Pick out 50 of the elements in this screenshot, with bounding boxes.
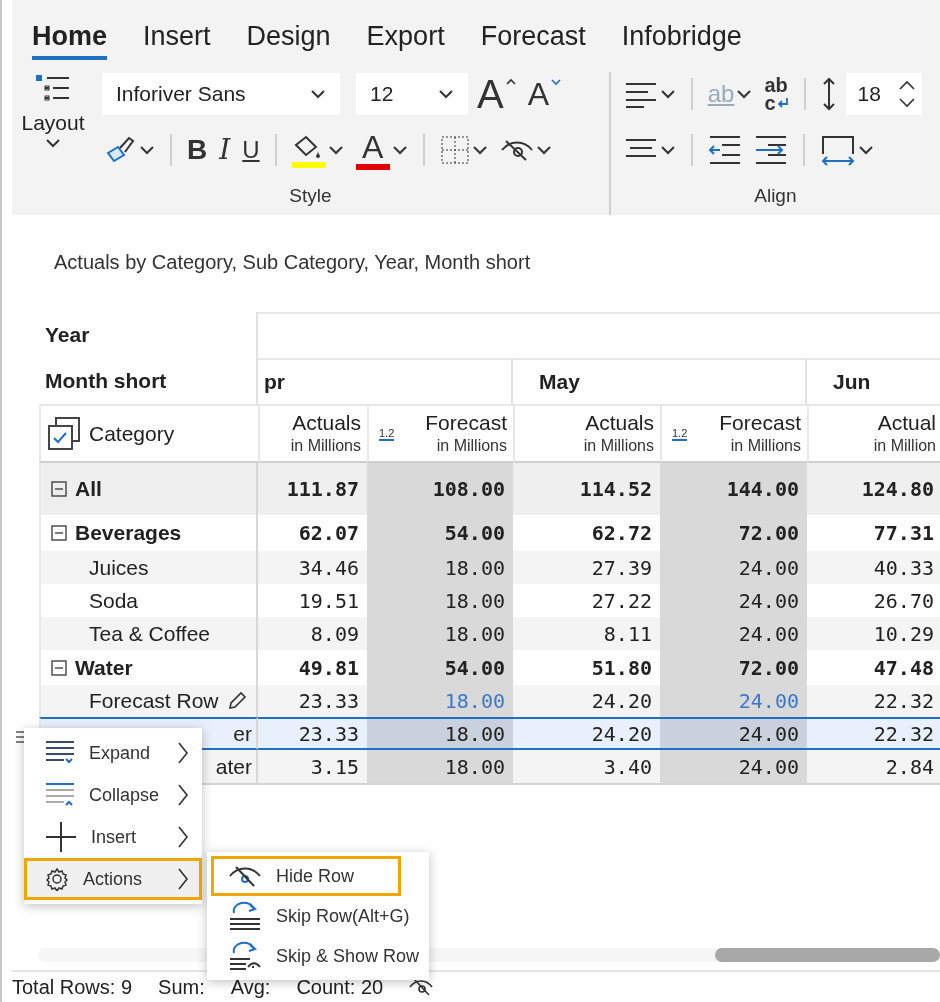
group-label: Align xyxy=(754,184,797,208)
status-text: Count: 20 xyxy=(296,975,384,999)
value-cell: 111.87 xyxy=(258,463,367,515)
value-cell: 22.32 xyxy=(807,685,940,717)
header-label: Year xyxy=(39,312,258,358)
category-header: Category xyxy=(39,404,258,463)
status-text: Avg: xyxy=(230,975,271,999)
measure-header: 1.2 Forecast in Millions xyxy=(367,404,513,463)
report-title: Actuals by Category, Sub Category, Year, Month short xyxy=(53,250,532,275)
value-cell: 2.84 xyxy=(807,750,940,783)
measure-header: Actual in Million xyxy=(807,404,940,463)
value-cell: 108.00 xyxy=(367,463,513,515)
value-cell: 8.11 xyxy=(513,617,660,650)
value-cell: 18.00 xyxy=(367,717,513,750)
value-cell: 3.40 xyxy=(513,750,660,783)
value-cell: 54.00 xyxy=(367,515,513,551)
value-cell: 24.00 xyxy=(660,750,807,783)
value-cell: 8.09 xyxy=(258,617,367,650)
value-cell: 54.00 xyxy=(367,650,513,685)
value-cell: 22.32 xyxy=(807,717,940,750)
value-cell: 24.20 xyxy=(513,685,660,717)
value-cell: 40.33 xyxy=(807,551,940,584)
value-cell: 23.33 xyxy=(258,717,367,750)
value-cell: 23.33 xyxy=(258,685,367,717)
value-cell: 18.00 xyxy=(367,685,513,717)
value-cell: 3.15 xyxy=(258,750,367,783)
value-cell: 10.29 xyxy=(807,617,940,650)
value-cell: 24.00 xyxy=(660,584,807,617)
measure-header: Actuals in Millions xyxy=(513,404,660,463)
value-cell: 24.00 xyxy=(660,617,807,650)
value-cell: 24.00 xyxy=(660,685,807,717)
value-cell: 72.00 xyxy=(660,515,807,551)
measure-header: 1.2 Forecast in Millions xyxy=(660,404,807,463)
value-cell: 34.46 xyxy=(258,551,367,584)
value-cell: 24.00 xyxy=(660,717,807,750)
value-cell: 114.52 xyxy=(513,463,660,515)
measure-header: Actuals in Millions xyxy=(258,404,367,463)
value-cell: 18.00 xyxy=(367,750,513,783)
value-cell: 24.20 xyxy=(513,717,660,750)
value-cell: 24.00 xyxy=(660,551,807,584)
value-cell: 18.00 xyxy=(367,551,513,584)
value-cell: 18.00 xyxy=(367,584,513,617)
value-cell: 72.00 xyxy=(660,650,807,685)
value-cell: 18.00 xyxy=(367,617,513,650)
status-text: Sum: xyxy=(158,975,205,999)
value-cell: 124.80 xyxy=(807,463,940,515)
status-text: Total Rows: 9 xyxy=(12,975,133,999)
value-cell: 27.39 xyxy=(513,551,660,584)
value-cell: 144.00 xyxy=(660,463,807,515)
group-label: Style xyxy=(289,184,332,208)
